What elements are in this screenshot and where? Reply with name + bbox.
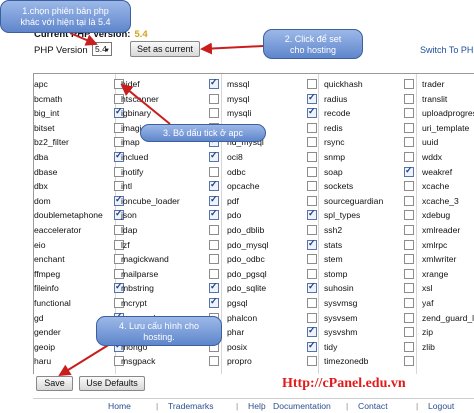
callout-step-4: 4. Lưu cấu hình cho hosting. <box>96 316 222 346</box>
callout-step-3: 3. Bỏ dấu tick ở apc <box>140 124 266 142</box>
callout-step-2-line-2: cho hosting <box>289 45 337 55</box>
callout-step-1-line-1: 1.chọn phiên bản php <box>22 6 109 16</box>
callout-step-4-line-2: hosting. <box>143 332 175 342</box>
callout-step-3-line-1: 3. Bỏ dấu tick ở apc <box>163 128 243 138</box>
arrow-to-version-select <box>69 32 98 46</box>
callout-step-1-line-2: khác với hiện tại là 5.4 <box>20 17 111 27</box>
annotation-arrows <box>58 32 264 377</box>
arrow-to-save-button <box>58 343 111 377</box>
callout-step-2: 2. Click để set cho hosting <box>263 29 363 59</box>
callout-step-4-line-1: 4. Lưu cấu hình cho <box>118 321 200 331</box>
callout-step-2-line-1: 2. Click để set <box>284 34 342 44</box>
callout-step-1: 1.chọn phiên bản php khác với hiện tại l… <box>0 0 131 33</box>
arrow-to-apc-checkbox <box>120 83 171 125</box>
arrow-to-set-button <box>200 42 264 55</box>
